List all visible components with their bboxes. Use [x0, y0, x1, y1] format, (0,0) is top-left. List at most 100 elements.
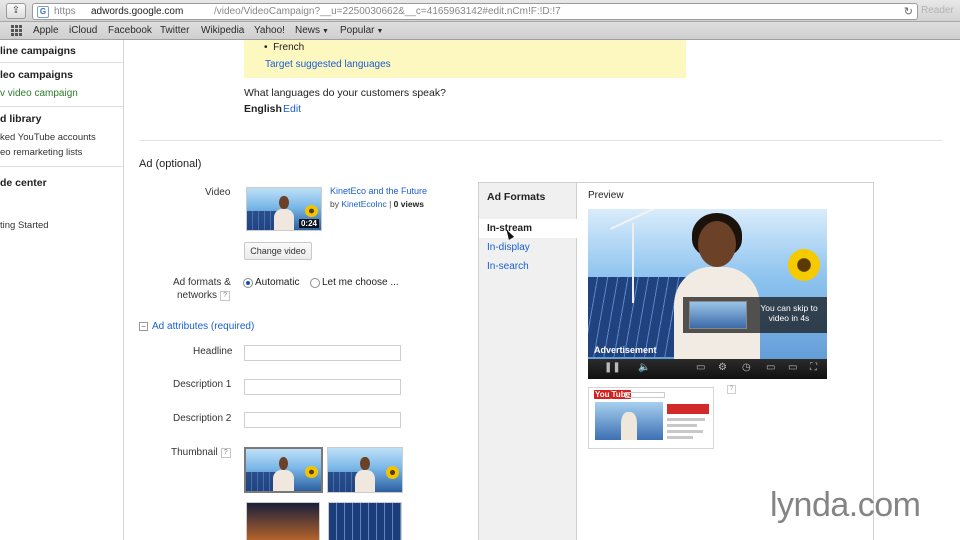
thumbnail-label-text: Thumbnail [171, 447, 218, 458]
tab-in-display[interactable]: In-display [479, 238, 577, 257]
thumbnail-option-3[interactable] [246, 502, 320, 540]
video-views: 0 views [393, 199, 424, 209]
skip-countdown-text: You can skip to video in 4s [760, 303, 818, 323]
radio-let-me-choose[interactable]: Let me choose ... [310, 277, 399, 288]
video-meta: by KinetEcoInc | 0 views [330, 199, 424, 209]
thumbnail-option-1[interactable] [244, 447, 323, 493]
languages-question: What languages do your customers speak? [244, 87, 446, 99]
sidebar-item-getting-started[interactable]: ting Started [0, 220, 49, 231]
help-icon[interactable]: ? [727, 385, 736, 394]
sidebar-divider [0, 166, 123, 167]
bookmark-twitter[interactable]: Twitter [160, 25, 189, 36]
description1-input[interactable] [244, 379, 401, 395]
chevron-down-icon: ▼ [376, 28, 384, 35]
video-duration: 0:24 [298, 219, 319, 228]
volume-icon[interactable]: 🔈 [638, 362, 650, 373]
url-scheme: https [54, 6, 76, 17]
description2-label: Description 2 [173, 413, 232, 424]
edit-languages-link[interactable]: Edit [283, 103, 301, 115]
bookmarks-bar: Apple iCloud Facebook Twitter Wikipedia … [0, 22, 960, 40]
sidebar-item-shared-library[interactable]: d library [0, 113, 41, 125]
ad-attributes-link[interactable]: Ad attributes (required) [152, 321, 254, 332]
url-host: adwords.google.com [91, 6, 184, 17]
change-video-button[interactable]: Change video [244, 242, 312, 260]
in-display-preview-thumb[interactable]: You Tube [588, 387, 714, 449]
bookmark-news[interactable]: News ▼ [295, 25, 329, 36]
lynda-watermark: lynda.com [770, 486, 921, 524]
thumbnail-option-2[interactable] [327, 447, 403, 493]
apps-grid-icon[interactable] [11, 25, 22, 36]
small-player-icon[interactable]: ▭ [766, 362, 775, 373]
advertisement-label: Advertisement [594, 345, 657, 355]
left-sidebar: line campaigns leo campaigns v video cam… [0, 40, 124, 540]
collapse-icon[interactable]: − [139, 322, 148, 331]
tab-in-stream[interactable]: In-stream [479, 219, 577, 238]
headline-label: Headline [193, 346, 233, 357]
sidebar-item-guide-center[interactable]: de center [0, 177, 47, 189]
sidebar-divider [0, 106, 123, 107]
language-french: French [273, 42, 305, 53]
ad-formats-label-line2: networks? [177, 290, 231, 301]
youtube-logo-you: You [594, 390, 611, 399]
reload-icon[interactable]: ↻ [904, 5, 913, 18]
video-thumbnail[interactable]: 0:24 [246, 187, 322, 231]
radio-dot-selected [243, 277, 253, 288]
radio-dot [310, 277, 320, 288]
pause-icon[interactable]: ❚❚ [604, 362, 621, 373]
suggested-languages-box: • French Target suggested languages [244, 40, 686, 78]
sidebar-item-linked-youtube-accounts[interactable]: ked YouTube accounts [0, 132, 96, 143]
address-bar[interactable]: G https adwords.google.com /video/VideoC… [32, 3, 918, 20]
radio-choose-label: Let me choose ... [322, 277, 399, 288]
skip-video-thumbnail [689, 301, 747, 329]
ad-formats-label-text: networks [177, 290, 218, 301]
chevron-down-icon: ▼ [322, 28, 329, 35]
site-favicon-icon: G [37, 6, 49, 18]
large-player-icon[interactable]: ▭ [788, 362, 797, 373]
skip-ad-box[interactable]: You can skip to video in 4s [683, 297, 827, 333]
watch-later-icon[interactable]: ◷ [742, 362, 751, 373]
description1-label: Description 1 [173, 379, 232, 390]
sidebar-item-new-video-campaign[interactable]: v video campaign [0, 88, 78, 99]
captions-icon[interactable]: ▭ [696, 362, 705, 373]
ad-section-title: Ad (optional) [139, 158, 202, 170]
description2-input[interactable] [244, 412, 401, 428]
preview-label: Preview [588, 190, 624, 201]
ad-formats-heading: Ad Formats [487, 191, 546, 203]
help-icon[interactable]: ? [220, 291, 231, 301]
video-title-link[interactable]: KinetEco and the Future [330, 186, 427, 196]
bookmark-facebook[interactable]: Facebook [108, 25, 152, 36]
radio-automatic[interactable]: Automatic [243, 277, 299, 288]
browser-toolbar: ⇪ G https adwords.google.com /video/Vide… [0, 0, 960, 22]
sidebar-item-online-campaigns[interactable]: line campaigns [0, 45, 76, 57]
video-preview-player[interactable]: You can skip to video in 4s Advertisemen… [588, 209, 827, 379]
language-list-item: • French [264, 42, 305, 53]
bookmark-popular-label: Popular [340, 25, 375, 36]
bookmark-wikipedia[interactable]: Wikipedia [201, 25, 244, 36]
sidebar-item-video-remarketing-lists[interactable]: eo remarketing lists [0, 147, 82, 158]
thumbnail-label: Thumbnail? [171, 447, 231, 458]
video-by-label: by [330, 199, 339, 209]
ad-formats-nav: Ad Formats In-stream In-display In-searc… [479, 183, 577, 540]
ad-formats-label-line1: Ad formats & [173, 277, 231, 288]
channel-link[interactable]: KinetEcoInc [341, 199, 386, 209]
bookmark-yahoo[interactable]: Yahoo! [254, 25, 285, 36]
fullscreen-icon[interactable]: ⛶ [810, 362, 817, 373]
sidebar-divider [0, 62, 123, 63]
section-divider [139, 140, 942, 141]
reader-button[interactable]: Reader [921, 5, 954, 16]
tab-in-search[interactable]: In-search [479, 257, 577, 276]
bookmark-icloud[interactable]: iCloud [69, 25, 97, 36]
target-suggested-languages-link[interactable]: Target suggested languages [265, 59, 391, 70]
bookmark-apple[interactable]: Apple [33, 25, 59, 36]
bookmark-popular[interactable]: Popular ▼ [340, 25, 383, 36]
headline-input[interactable] [244, 345, 401, 361]
share-icon[interactable]: ⇪ [6, 3, 26, 19]
bookmark-news-label: News [295, 25, 321, 36]
settings-gear-icon[interactable]: ⚙ [718, 362, 727, 373]
radio-automatic-label: Automatic [255, 277, 300, 288]
url-path: /video/VideoCampaign?__u=2250030662&__c=… [214, 6, 561, 17]
thumbnail-option-4[interactable] [328, 502, 402, 540]
video-label: Video [205, 187, 231, 198]
help-icon[interactable]: ? [220, 448, 231, 458]
sidebar-item-video-campaigns[interactable]: leo campaigns [0, 69, 73, 81]
